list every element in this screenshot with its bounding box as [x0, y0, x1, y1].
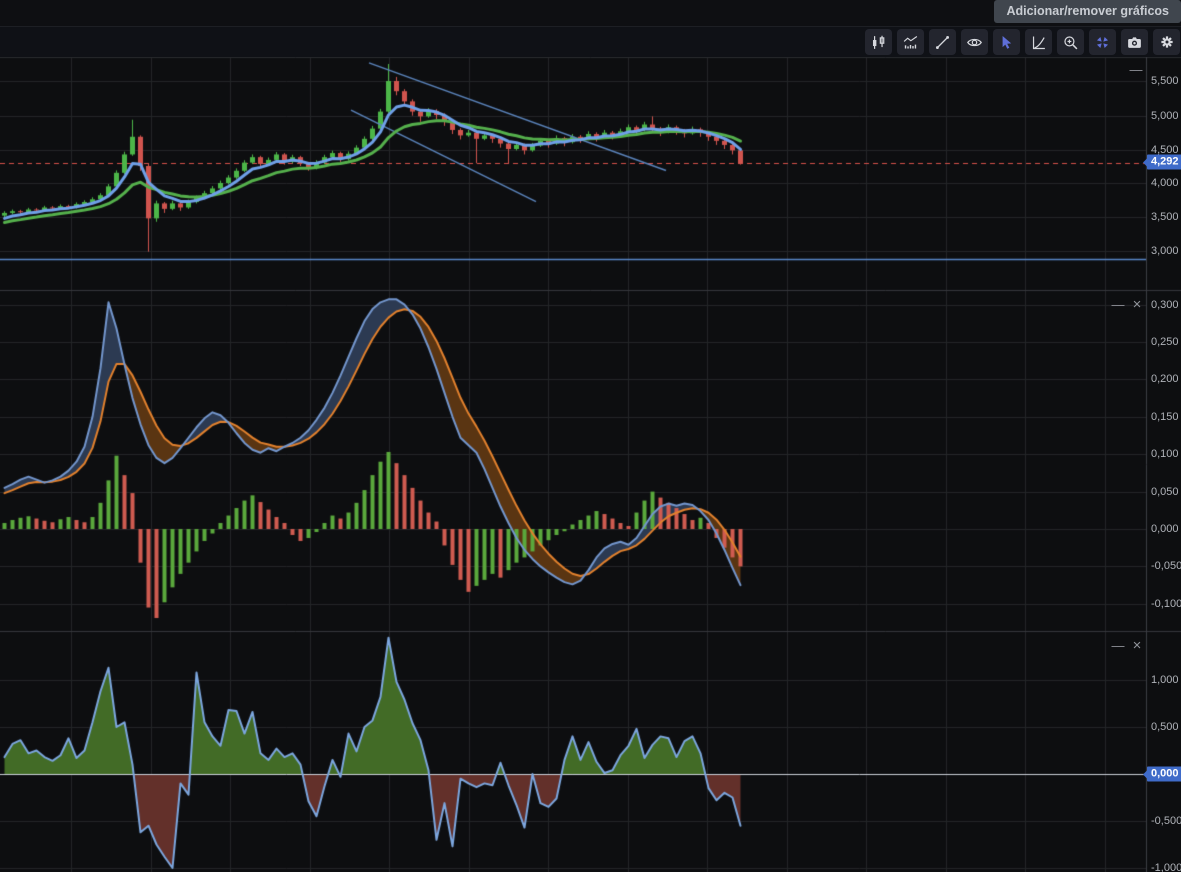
minimize-oscillator-pane-button[interactable]: —	[1110, 639, 1126, 653]
fit-icon	[1094, 34, 1111, 51]
price-axis-label: 4,500	[1151, 144, 1179, 156]
close-macd-pane-button[interactable]: ×	[1129, 298, 1145, 312]
indicators-button[interactable]	[897, 29, 924, 55]
oscillator-axis-label: -1,000	[1151, 862, 1181, 872]
gear-icon	[1158, 33, 1176, 51]
price-axis-label: 3,000	[1151, 245, 1179, 257]
visibility-button[interactable]	[961, 29, 988, 55]
axis-scale-icon	[1030, 34, 1047, 51]
zoom-in-icon	[1062, 34, 1079, 51]
minimize-price-pane-button[interactable]: —	[1128, 63, 1144, 77]
close-oscillator-pane-button[interactable]: ×	[1129, 639, 1145, 653]
price-axis-label: 5,000	[1151, 110, 1179, 122]
macd-axis-label: -0,050	[1151, 560, 1181, 572]
price-axis-label: 5,500	[1151, 75, 1179, 87]
oscillator-axis-label: 0,500	[1151, 721, 1179, 733]
macd-axis-label: 0,050	[1151, 486, 1179, 498]
macd-axis-label: 0,100	[1151, 448, 1179, 460]
minimize-macd-pane-button[interactable]: —	[1110, 298, 1126, 312]
macd-axis-label: 0,200	[1151, 373, 1179, 385]
price-axis-label: 4,000	[1151, 177, 1179, 189]
cursor-tool-button[interactable]	[993, 29, 1020, 55]
zoom-in-button[interactable]	[1057, 29, 1084, 55]
candles-icon	[870, 34, 887, 51]
indicators-icon	[902, 34, 919, 51]
oscillator-last-value-label: 0,000	[1147, 767, 1181, 782]
macd-axis-label: 0,300	[1151, 299, 1179, 311]
snapshot-button[interactable]	[1121, 29, 1148, 55]
price-last-value-label: 4,292	[1147, 155, 1181, 170]
macd-axis-label: -0,100	[1151, 598, 1181, 610]
price-axis-label: 3,500	[1151, 211, 1179, 223]
add-remove-charts-tooltip: Adicionar/remover gráficos	[994, 0, 1181, 23]
trendline-tool-button[interactable]	[929, 29, 956, 55]
cursor-icon	[998, 34, 1015, 51]
candlestick-style-button[interactable]	[865, 29, 892, 55]
macd-axis-label: 0,150	[1151, 411, 1179, 423]
oscillator-pane[interactable]	[0, 631, 1146, 872]
macd-pane[interactable]	[0, 290, 1146, 631]
oscillator-axis-label: 1,000	[1151, 674, 1179, 686]
fit-chart-button[interactable]	[1089, 29, 1116, 55]
trendline-icon	[934, 34, 951, 51]
price-pane[interactable]	[0, 58, 1146, 290]
camera-icon	[1126, 34, 1143, 51]
macd-axis-label: 0,000	[1151, 523, 1179, 535]
oscillator-axis-label: -0,500	[1151, 815, 1181, 827]
eye-icon	[966, 34, 983, 51]
chart-toolbar	[865, 29, 1180, 55]
trading-platform: Adicionar/remover gráficos 5,500 5,000 4,5…	[0, 0, 1181, 872]
axis-scale-button[interactable]	[1025, 29, 1052, 55]
settings-button[interactable]	[1153, 29, 1180, 55]
macd-axis-label: 0,250	[1151, 336, 1179, 348]
